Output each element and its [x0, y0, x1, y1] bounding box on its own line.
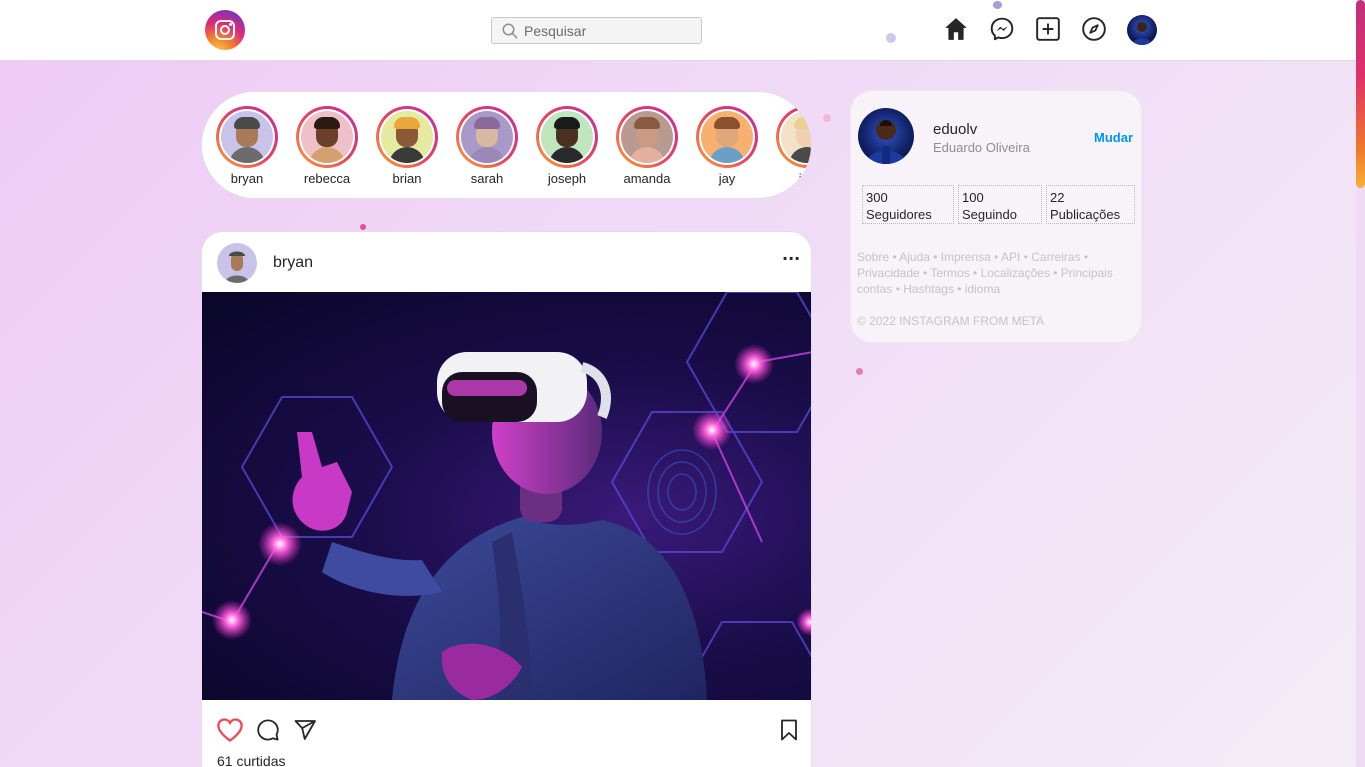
profile-full-name: Eduardo Oliveira	[933, 140, 1030, 155]
story-avatar	[461, 111, 513, 163]
following-label: Seguindo	[962, 207, 1017, 222]
profile-card: eduolv Eduardo Oliveira Mudar 300 Seguid…	[850, 90, 1142, 343]
copyright-text: © 2022 INSTAGRAM FROM META	[857, 314, 1045, 328]
search-box[interactable]	[491, 17, 702, 44]
like-heart-icon[interactable]	[216, 716, 244, 744]
decor-dot	[886, 33, 896, 43]
story-ring	[216, 106, 278, 168]
story-avatar	[381, 111, 433, 163]
story-item[interactable]: brian	[372, 106, 442, 186]
decor-dot	[993, 1, 1002, 9]
post-actions	[202, 712, 811, 746]
story-avatar	[621, 111, 673, 163]
story-ring	[776, 106, 811, 168]
story-avatar	[301, 111, 353, 163]
share-send-icon[interactable]	[293, 718, 317, 742]
story-item[interactable]: bryan	[212, 106, 282, 186]
story-ring	[696, 106, 758, 168]
story-username: amanda	[623, 171, 671, 186]
story-username: jay	[718, 171, 736, 186]
bookmark-icon[interactable]	[777, 718, 801, 742]
posts-stat[interactable]: 22 Publicações	[1046, 185, 1135, 224]
story-item[interactable]: joseph	[532, 106, 602, 186]
followers-label: Seguidores	[866, 207, 932, 222]
story-ring	[376, 106, 438, 168]
post-author-avatar[interactable]	[217, 243, 257, 283]
story-item[interactable]: rebecca	[292, 106, 362, 186]
decor-dot	[360, 224, 366, 230]
stories-bar: bryan rebecca brian sarah joseph amanda jay jas	[201, 91, 812, 199]
profile-avatar[interactable]	[1127, 15, 1157, 45]
story-avatar	[701, 111, 753, 163]
story-avatar	[781, 111, 811, 163]
top-navbar	[0, 0, 1356, 61]
explore-icon[interactable]	[1081, 16, 1107, 42]
more-options-icon[interactable]: ···	[782, 251, 800, 272]
story-username: sarah	[470, 171, 504, 186]
story-username: brian	[392, 171, 422, 186]
followers-count: 300	[866, 190, 888, 205]
comment-icon[interactable]	[256, 718, 280, 742]
post-author-name[interactable]: bryan	[273, 254, 313, 272]
story-ring	[296, 106, 358, 168]
instagram-logo[interactable]	[205, 10, 245, 50]
footer-links[interactable]: Sobre • Ajuda • Imprensa • API • Carreir…	[857, 249, 1127, 297]
story-item[interactable]: jas	[772, 106, 811, 186]
story-avatar	[541, 111, 593, 163]
scrollbar-thumb[interactable]	[1356, 0, 1365, 188]
story-item[interactable]: amanda	[612, 106, 682, 186]
following-count: 100	[962, 190, 984, 205]
following-stat[interactable]: 100 Seguindo	[958, 185, 1042, 224]
story-username: jas	[798, 171, 811, 186]
story-ring	[616, 106, 678, 168]
new-post-icon[interactable]	[1035, 16, 1061, 42]
posts-label: Publicações	[1050, 207, 1121, 222]
search-icon	[502, 23, 518, 39]
post-image[interactable]	[202, 292, 811, 700]
story-username: rebecca	[303, 171, 351, 186]
decor-dot	[856, 368, 863, 375]
story-avatar	[221, 111, 273, 163]
profile-username[interactable]: eduolv	[933, 121, 977, 138]
followers-stat[interactable]: 300 Seguidores	[862, 185, 954, 224]
decor-dot	[823, 114, 831, 122]
story-username: joseph	[547, 171, 587, 186]
switch-account-link[interactable]: Mudar	[1094, 130, 1133, 145]
story-item[interactable]: jay	[692, 106, 762, 186]
story-ring	[536, 106, 598, 168]
search-input[interactable]	[524, 21, 694, 41]
messenger-icon[interactable]	[989, 16, 1015, 42]
posts-count: 22	[1050, 190, 1065, 205]
likes-count[interactable]: 61 curtidas	[217, 753, 285, 767]
feed-post: bryan ··· 61 curtidas	[201, 231, 812, 767]
home-icon[interactable]	[943, 16, 969, 42]
story-item[interactable]: sarah	[452, 106, 522, 186]
user-avatar[interactable]	[858, 108, 914, 164]
story-ring	[456, 106, 518, 168]
page-scrollbar[interactable]	[1356, 0, 1365, 767]
story-username: bryan	[230, 171, 264, 186]
